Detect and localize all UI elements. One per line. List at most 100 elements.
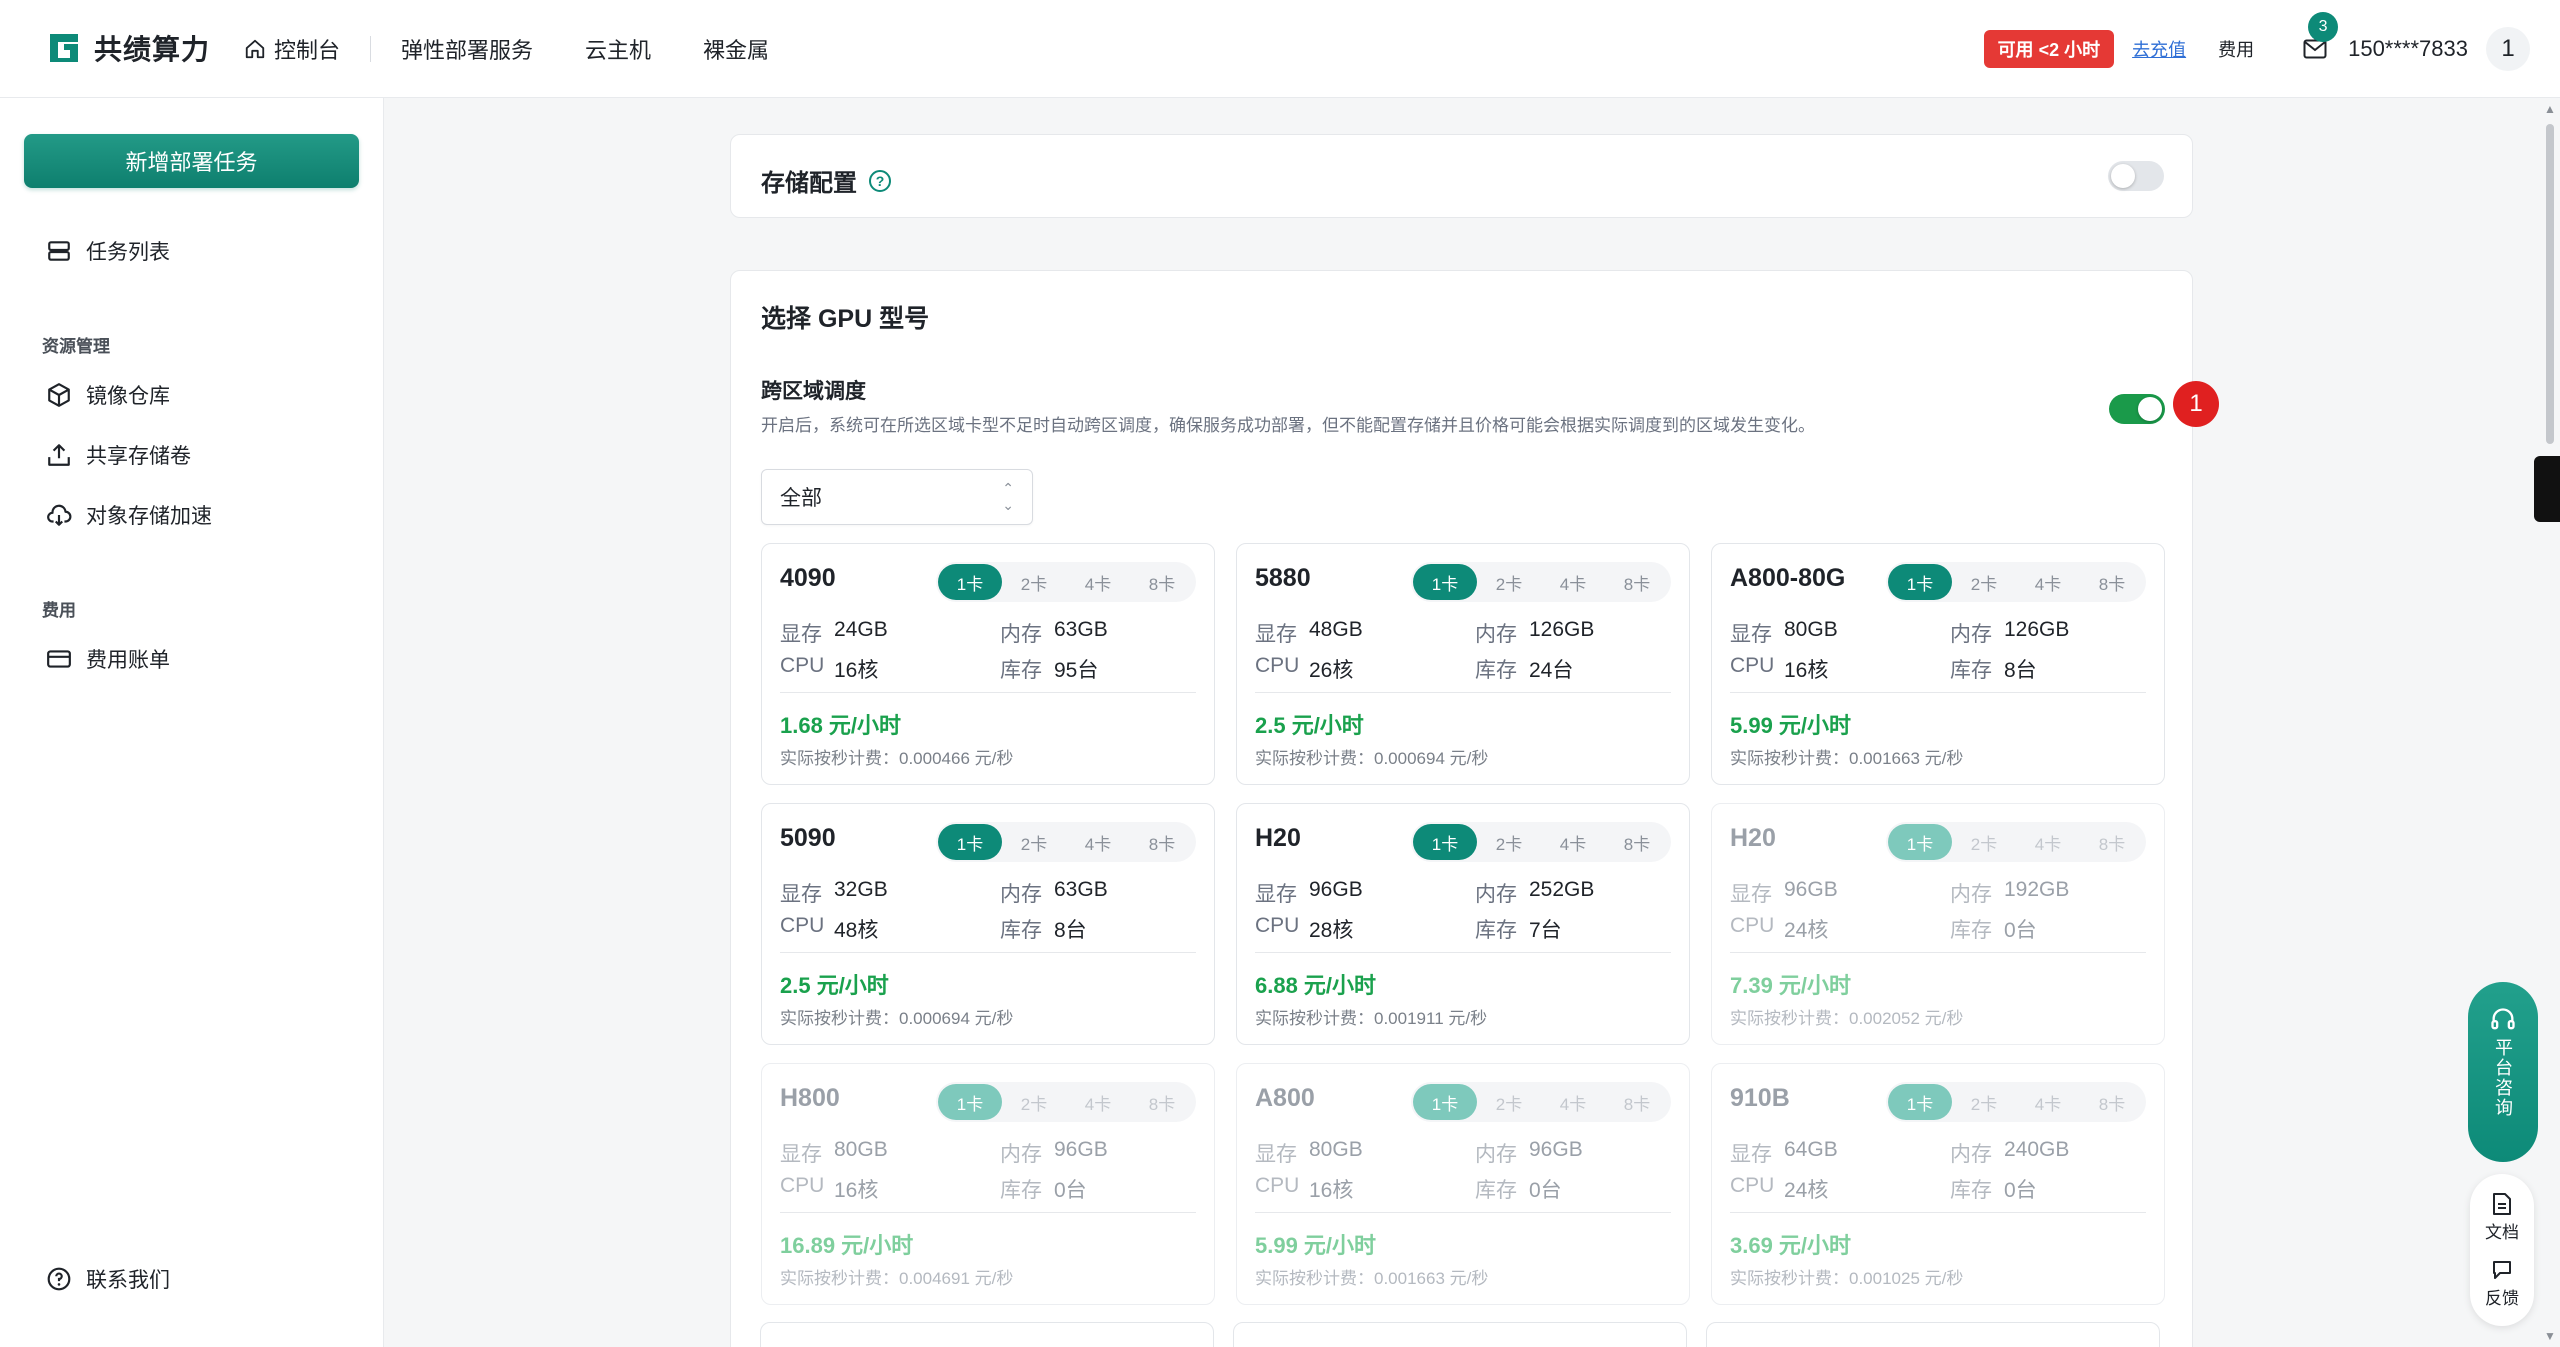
card-count-option[interactable]: 4卡 (1541, 1084, 1605, 1120)
card-count-option[interactable]: 8卡 (1130, 564, 1194, 600)
gpu-card[interactable]: H20 1卡 2卡 4卡 8卡 显存 96GB 内存 252GB CPU 28核 库存… (1236, 803, 1690, 1045)
card-count-option[interactable]: 8卡 (1130, 824, 1194, 860)
stock-value: 0台 (1529, 1179, 1562, 1202)
card-count-option[interactable]: 2卡 (1952, 824, 2016, 860)
stock-label: 库存 (1000, 1179, 1042, 1202)
gpu-model-name: H800 (780, 1084, 840, 1112)
brand-name: 共绩算力 (94, 34, 211, 65)
gpu-model-name: 910B (1730, 1084, 1790, 1112)
fees-link[interactable]: 费用 (2218, 36, 2254, 62)
cpu-label: CPU (1255, 914, 1300, 937)
per-second-prefix: 实际按秒计费： (780, 749, 899, 768)
cross-region-toggle[interactable] (2109, 394, 2165, 424)
card-count-option[interactable]: 2卡 (1477, 564, 1541, 600)
storage-config-toggle[interactable] (2108, 161, 2164, 191)
cpu-spec: CPU 16核 (1730, 654, 1828, 684)
nav-bare-metal[interactable]: 裸金属 (677, 33, 795, 65)
card-count-option[interactable]: 2卡 (1477, 1084, 1541, 1120)
stock-spec: 库存 95台 (1000, 654, 1098, 684)
card-count-option[interactable]: 4卡 (1541, 824, 1605, 860)
sidebar-item-shared-volume[interactable]: 共享存储卷 (46, 440, 191, 470)
card-count-option[interactable]: 4卡 (2016, 1084, 2080, 1120)
card-count-option[interactable]: 1卡 (1888, 564, 1952, 600)
card-count-option[interactable]: 2卡 (1477, 824, 1541, 860)
gpu-card-peek (760, 1322, 1214, 1347)
help-circle-icon (47, 1267, 71, 1291)
gpu-card[interactable]: 4090 1卡 2卡 4卡 8卡 显存 24GB 内存 63GB CPU 16核 库存… (761, 543, 1215, 785)
card-count-option[interactable]: 8卡 (2080, 824, 2144, 860)
messages-button[interactable]: 3 (2300, 12, 2339, 64)
user-phone[interactable]: 150****7833 (2348, 36, 2468, 62)
card-count-option[interactable]: 2卡 (1952, 1084, 2016, 1120)
avatar[interactable]: 1 (2486, 27, 2530, 71)
card-count-option[interactable]: 1卡 (938, 824, 1002, 860)
card-count-option[interactable]: 1卡 (1413, 824, 1477, 860)
card-count-option[interactable]: 4卡 (1541, 564, 1605, 600)
cpu-label: CPU (780, 914, 825, 937)
gpu-card[interactable]: A800 1卡 2卡 4卡 8卡 显存 80GB 内存 96GB CPU 16核 库存… (1236, 1063, 1690, 1305)
gpu-model-name: 4090 (780, 564, 836, 592)
top-header: 共绩算力 控制台 弹性部署服务 云主机 裸金属 可用 <2 小时 去充值 费用 … (0, 0, 2560, 98)
card-count-option[interactable]: 1卡 (1888, 1084, 1952, 1120)
gpu-card[interactable]: A800-80G 1卡 2卡 4卡 8卡 显存 80GB 内存 126GB CPU 1… (1711, 543, 2165, 785)
per-second-prefix: 实际按秒计费： (1255, 1009, 1374, 1028)
scroll-up-arrow-icon[interactable]: ▲ (2544, 102, 2556, 116)
card-count-option[interactable]: 4卡 (2016, 824, 2080, 860)
card-count-option[interactable]: 1卡 (1888, 824, 1952, 860)
card-count-option[interactable]: 4卡 (1066, 564, 1130, 600)
sidebar-item-image-repo[interactable]: 镜像仓库 (46, 380, 170, 410)
scrollbar-thumb[interactable] (2546, 124, 2554, 444)
sidebar-item-bills[interactable]: 费用账单 (46, 644, 170, 674)
storage-title-text: 存储配置 (761, 170, 857, 197)
stock-value: 24台 (1529, 659, 1574, 682)
region-select[interactable]: 全部 ⌃ ⌄ (761, 469, 1033, 525)
gpu-card[interactable]: H800 1卡 2卡 4卡 8卡 显存 80GB 内存 96GB CPU 16核 库存… (761, 1063, 1215, 1305)
card-count-option[interactable]: 8卡 (1130, 1084, 1194, 1120)
card-count-option[interactable]: 8卡 (1605, 1084, 1669, 1120)
recharge-link[interactable]: 去充值 (2132, 36, 2186, 62)
available-time-badge: 可用 <2 小时 (1983, 30, 2115, 68)
card-count-option[interactable]: 8卡 (1605, 824, 1669, 860)
storage-config-title: 存储配置 ? (761, 163, 891, 198)
per-second-prefix: 实际按秒计费： (1730, 1269, 1849, 1288)
card-count-option[interactable]: 2卡 (1952, 564, 2016, 600)
card-count-option[interactable]: 8卡 (1605, 564, 1669, 600)
gpu-card[interactable]: 910B 1卡 2卡 4卡 8卡 显存 64GB 内存 240GB CPU 24核 库… (1711, 1063, 2165, 1305)
gpu-card[interactable]: 5880 1卡 2卡 4卡 8卡 显存 48GB 内存 126GB CPU 26核 库… (1236, 543, 1690, 785)
sidebar-item-task-list[interactable]: 任务列表 (46, 236, 170, 266)
platform-consult-button[interactable]: 平台咨询 (2468, 982, 2538, 1162)
card-count-option[interactable]: 1卡 (938, 564, 1002, 600)
sidebar-item-object-storage[interactable]: 对象存储加速 (46, 500, 212, 530)
per-second-value: 0.001663 元/秒 (1849, 749, 1964, 768)
gpu-card[interactable]: H20 1卡 2卡 4卡 8卡 显存 96GB 内存 192GB CPU 24核 库存… (1711, 803, 2165, 1045)
card-count-option[interactable]: 2卡 (1002, 1084, 1066, 1120)
help-icon[interactable]: ? (869, 169, 891, 192)
per-second-prefix: 实际按秒计费： (1255, 1269, 1374, 1288)
gpu-model-name: A800-80G (1730, 564, 1846, 592)
card-count-option[interactable]: 8卡 (2080, 564, 2144, 600)
card-count-option[interactable]: 4卡 (1066, 824, 1130, 860)
card-count-option[interactable]: 1卡 (938, 1084, 1002, 1120)
card-count-option[interactable]: 1卡 (1413, 1084, 1477, 1120)
card-count-option[interactable]: 8卡 (2080, 1084, 2144, 1120)
card-count-option[interactable]: 2卡 (1002, 824, 1066, 860)
scroll-down-arrow-icon[interactable]: ▼ (2544, 1329, 2556, 1343)
page-scrollbar[interactable]: ▲ ▼ (2540, 98, 2560, 1347)
cross-region-description: 开启后，系统可在所选区域卡型不足时自动跨区调度，确保服务成功部署，但不能配置存储… (761, 416, 1815, 435)
cpu-label: CPU (780, 1174, 825, 1197)
new-deploy-task-button[interactable]: 新增部署任务 (24, 134, 359, 188)
brand-logo[interactable]: 共绩算力 (46, 28, 210, 68)
feedback-button[interactable]: 反馈 (2485, 1258, 2519, 1309)
docs-button[interactable]: 文档 (2485, 1192, 2519, 1243)
contact-us-link[interactable]: 联系我们 (46, 1264, 170, 1294)
card-count-option[interactable]: 4卡 (1066, 1084, 1130, 1120)
gpu-card[interactable]: 5090 1卡 2卡 4卡 8卡 显存 32GB 内存 63GB CPU 48核 库存… (761, 803, 1215, 1045)
card-count-option[interactable]: 2卡 (1002, 564, 1066, 600)
upload-tray-icon (48, 444, 70, 466)
card-count-option[interactable]: 4卡 (2016, 564, 2080, 600)
card-count-option[interactable]: 1卡 (1413, 564, 1477, 600)
nav-elastic-deploy[interactable]: 弹性部署服务 (375, 33, 559, 65)
nav-console[interactable]: 控制台 (244, 33, 366, 65)
stock-value: 8台 (2004, 659, 2037, 682)
nav-cloud-host[interactable]: 云主机 (559, 33, 677, 65)
